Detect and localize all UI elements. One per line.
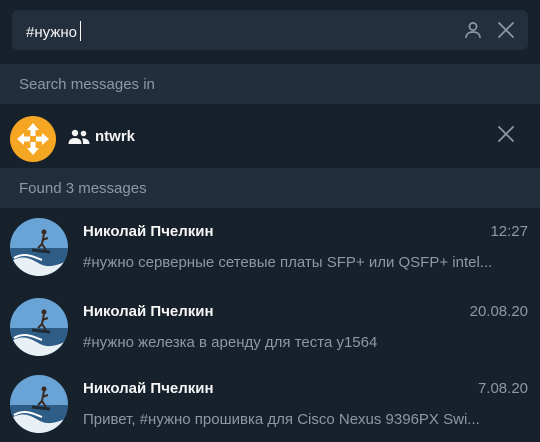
avatar xyxy=(10,218,68,276)
message-sender: Николай Пчелкин xyxy=(83,223,214,240)
message-result[interactable]: Николай Пчелкин 7.08.20 Привет, #нужно п… xyxy=(0,365,540,442)
avatar xyxy=(10,298,68,356)
message-sender: Николай Пчелкин xyxy=(83,303,214,320)
avatar xyxy=(10,375,68,433)
message-result[interactable]: Николай Пчелкин 12:27 #нужно серверные с… xyxy=(0,208,540,285)
chat-name: ntwrk xyxy=(95,128,136,145)
message-snippet: #нужно железка в аренду для теста у1564 xyxy=(83,334,378,351)
message-date: 20.08.20 xyxy=(469,303,528,320)
close-icon[interactable] xyxy=(496,20,516,40)
search-bar: #нужно xyxy=(0,0,540,64)
message-snippet: Привет, #нужно прошивка для Cisco Nexus … xyxy=(83,411,480,428)
arrows-logo-icon xyxy=(17,123,49,155)
message-snippet: #нужно серверные сетевые платы SFP+ или … xyxy=(83,254,493,271)
message-result[interactable]: Николай Пчелкин 20.08.20 #нужно железка … xyxy=(0,288,540,365)
search-input[interactable]: #нужно xyxy=(12,10,528,50)
remove-chat-filter-icon[interactable] xyxy=(496,124,516,144)
search-query[interactable]: #нужно xyxy=(26,21,81,41)
search-in-header: Search messages in xyxy=(0,64,540,104)
message-date: 12:27 xyxy=(490,223,528,240)
message-sender: Николай Пчелкин xyxy=(83,380,214,397)
surfer-photo-icon xyxy=(10,375,68,433)
results-header: Found 3 messages xyxy=(0,168,540,208)
surfer-photo-icon xyxy=(10,218,68,276)
chat-avatar xyxy=(10,116,56,162)
search-scope-chat[interactable]: ntwrk xyxy=(0,104,540,168)
group-icon xyxy=(68,129,90,144)
results-count-label: Found 3 messages xyxy=(19,180,147,197)
search-in-label: Search messages in xyxy=(19,76,155,93)
message-date: 7.08.20 xyxy=(477,380,528,397)
text-caret xyxy=(79,21,81,41)
surfer-photo-icon xyxy=(10,298,68,356)
person-icon[interactable] xyxy=(463,20,483,40)
